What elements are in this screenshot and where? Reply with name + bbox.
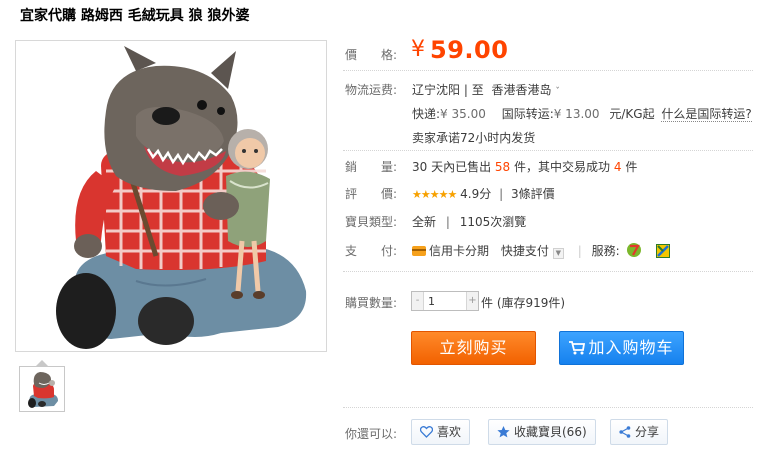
rating-label: 評 價:	[345, 187, 398, 201]
sales-prefix: 30 天內已售出	[412, 160, 492, 174]
share-button[interactable]: 分享	[610, 419, 669, 445]
intl-label: 国际转运:	[501, 107, 554, 121]
divider	[343, 407, 753, 408]
divider	[343, 150, 753, 151]
quantity-input[interactable]	[425, 292, 465, 310]
wolf-plush-illustration	[56, 46, 307, 349]
rating-stars: ★★★★★	[412, 188, 457, 201]
payment-options[interactable]: 信用卡分期 快捷支付 ▼ | 服務:	[412, 242, 671, 259]
shipping-promise: 卖家承诺72小时内发货	[412, 131, 536, 145]
payment-divider: |	[577, 244, 582, 258]
favorite-label: 收藏寶貝(66)	[514, 425, 587, 439]
stock-info: 件 (庫存919件)	[481, 296, 566, 310]
express-price: ¥ 35.00	[440, 107, 486, 121]
intl-help-link[interactable]: 什么是国际转运?	[661, 107, 752, 122]
intl-unit: 元/KG起	[609, 107, 655, 121]
shipping-destination[interactable]: 香港香港岛	[492, 83, 552, 97]
quantity-increase-button[interactable]: +	[466, 292, 478, 310]
like-button[interactable]: 喜欢	[411, 419, 471, 445]
heart-icon	[420, 426, 433, 438]
like-label: 喜欢	[437, 425, 462, 439]
social-label: 你還可以:	[345, 427, 398, 441]
cart-icon	[569, 341, 586, 355]
add-to-cart-label: 加入购物车	[588, 338, 674, 357]
shipping-separator: | 至	[463, 83, 484, 97]
add-to-cart-button[interactable]: 加入购物车	[559, 331, 684, 365]
product-main-image[interactable]	[15, 40, 327, 352]
item-type-info: 全新 | 1105次瀏覽	[412, 213, 526, 230]
price-currency: ¥	[411, 37, 425, 62]
share-label: 分享	[635, 425, 660, 439]
price-value: 59.00	[430, 36, 509, 64]
payment-credit[interactable]: 信用卡分期	[429, 244, 489, 258]
quantity-decrease-button[interactable]: -	[412, 292, 424, 310]
chevron-down-icon[interactable]: ▼	[552, 248, 564, 259]
sales-sold-count: 58	[494, 160, 511, 174]
favorite-button[interactable]: 收藏寶貝(66)	[488, 419, 596, 445]
express-label: 快递:	[412, 107, 441, 121]
product-thumbnail[interactable]	[19, 366, 65, 412]
divider	[343, 70, 753, 71]
rating-score: 4.9分	[460, 187, 492, 201]
service-label: 服務:	[591, 244, 620, 258]
shipping-route[interactable]: 辽宁沈阳 | 至 香港香港岛 ˇ	[412, 81, 560, 98]
divider	[343, 271, 753, 272]
rating-separator: |	[499, 187, 504, 201]
payment-quick[interactable]: 快捷支付	[501, 244, 549, 258]
payment-label: 支 付:	[345, 244, 398, 258]
quantity-stepper[interactable]: - +	[411, 291, 479, 311]
item-type-separator: |	[445, 215, 450, 229]
sales-info: 30 天內已售出 58 件，其中交易成功 4 件	[412, 158, 637, 175]
star-icon	[497, 426, 510, 438]
price-label: 價 格:	[345, 48, 398, 62]
sales-success-count: 4	[613, 160, 622, 174]
quantity-label: 購買數量:	[345, 296, 398, 310]
guarantee-icon[interactable]	[656, 244, 671, 258]
sales-middle: 件，其中交易成功	[514, 160, 611, 174]
item-condition: 全新	[412, 215, 437, 229]
rating-info[interactable]: ★★★★★ 4.9分 | 3條評價	[412, 185, 555, 202]
credit-card-icon	[412, 246, 426, 256]
sales-label: 銷 量:	[345, 160, 398, 174]
chevron-down-icon[interactable]: ˇ	[555, 87, 560, 97]
intl-price: ¥ 13.00	[553, 107, 600, 121]
shipping-fees: 快递:¥ 35.00 国际转运:¥ 13.00 元/KG起 什么是国际转运?	[412, 105, 752, 122]
buy-now-button[interactable]: 立刻购买	[411, 331, 536, 365]
shipping-origin[interactable]: 辽宁沈阳	[412, 83, 460, 97]
item-type-label: 寶貝類型:	[345, 215, 398, 229]
wolf-thumbnail-image	[28, 372, 58, 408]
share-icon	[619, 426, 631, 438]
item-views: 1105次瀏覽	[459, 215, 527, 229]
seven-day-return-icon[interactable]	[626, 242, 642, 258]
rating-reviews-link[interactable]: 3條評價	[511, 187, 555, 201]
shipping-label: 物流运费:	[345, 83, 398, 97]
sales-suffix: 件	[625, 160, 638, 174]
product-title: 宜家代購 路姆西 毛絨玩具 狼 狼外婆	[20, 8, 250, 24]
